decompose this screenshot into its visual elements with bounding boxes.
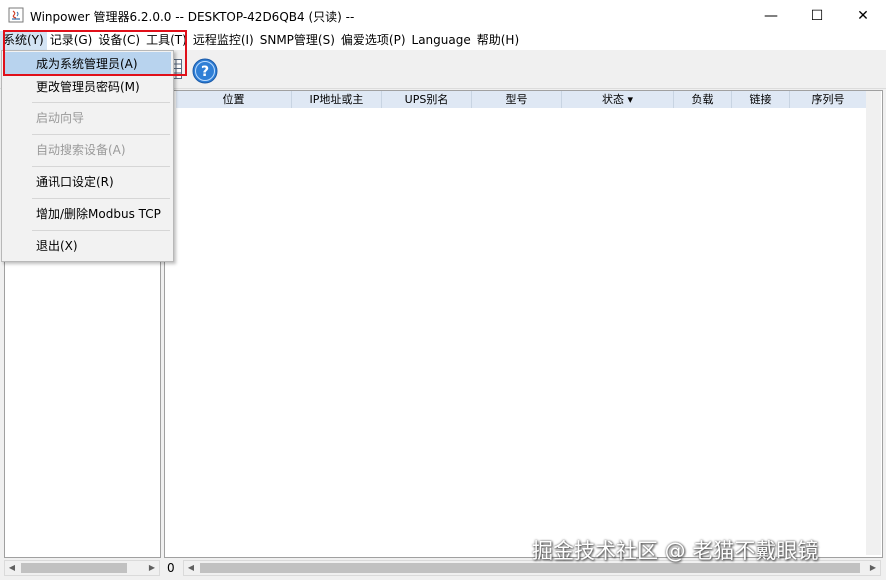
menu-item-change-admin-password[interactable]: 更改管理员密码(M) <box>3 75 171 99</box>
menu-device[interactable]: 设备(C) <box>95 31 143 50</box>
title-bar: Winpower 管理器6.2.0.0 -- DESKTOP-42D6QB4 (… <box>0 0 886 31</box>
system-menu-dropdown: 成为系统管理员(A) 更改管理员密码(M) 启动向导 自动搜索设备(A) 通讯口… <box>1 50 174 262</box>
menu-separator <box>32 102 170 103</box>
java-app-icon <box>8 7 24 23</box>
menu-item-auto-search-device: 自动搜索设备(A) <box>36 143 126 157</box>
table-scroll-right-icon[interactable]: ▶ <box>866 561 880 575</box>
table-header: 位置 IP地址或主 UPS别名 型号 状态 ▾ 负载 链接 序列号 <box>176 91 866 108</box>
scroll-right-icon[interactable]: ▶ <box>145 561 159 575</box>
window-title: Winpower 管理器6.2.0.0 -- DESKTOP-42D6QB4 (… <box>30 10 355 24</box>
svg-text:?: ? <box>201 64 209 80</box>
menu-separator <box>32 198 170 199</box>
table-scroll-left-icon[interactable]: ◀ <box>184 561 198 575</box>
menu-help[interactable]: 帮助(H) <box>474 31 522 50</box>
menu-remote-monitor[interactable]: 远程监控(I) <box>190 31 257 50</box>
minimize-icon: — <box>764 7 778 24</box>
menu-separator <box>32 230 170 231</box>
watermark: 掘金技术社区 @ 老猫不戴眼镜 <box>532 539 819 563</box>
close-icon: ✕ <box>857 7 869 24</box>
scroll-left-icon[interactable]: ◀ <box>5 561 19 575</box>
tree-scroll-thumb[interactable] <box>21 563 127 573</box>
menu-separator <box>32 166 170 167</box>
menu-bar: 系统(Y) 记录(G) 设备(C) 工具(T) 远程监控(I) SNMP管理(S… <box>0 31 886 50</box>
menu-log[interactable]: 记录(G) <box>47 31 96 50</box>
tree-horizontal-scrollbar[interactable]: ◀ ▶ <box>4 560 160 576</box>
status-count: 0 <box>167 561 175 575</box>
menu-language[interactable]: Language <box>409 31 474 50</box>
minimize-button[interactable]: — <box>748 0 794 31</box>
menu-item-exit[interactable]: 退出(X) <box>3 234 171 258</box>
column-header-ups-alias[interactable]: UPS别名 <box>382 91 472 108</box>
menu-system[interactable]: 系统(Y) <box>0 31 47 50</box>
column-header-ip[interactable]: IP地址或主 <box>292 91 382 108</box>
column-header-location[interactable]: 位置 <box>176 91 292 108</box>
menu-item-modbus-tcp[interactable]: 增加/删除Modbus TCP <box>3 202 171 226</box>
column-header-serial[interactable]: 序列号 <box>790 91 866 108</box>
close-button[interactable]: ✕ <box>840 0 886 31</box>
column-header-status[interactable]: 状态 ▾ <box>562 91 674 108</box>
menu-item-become-admin[interactable]: 成为系统管理员(A) <box>3 52 171 76</box>
menu-tools[interactable]: 工具(T) <box>143 31 190 50</box>
device-table-pane[interactable] <box>164 90 883 558</box>
help-icon[interactable]: ? <box>192 58 218 84</box>
menu-separator <box>32 134 170 135</box>
menu-item-startup-wizard: 启动向导 <box>36 111 85 125</box>
column-header-load[interactable]: 负载 <box>674 91 732 108</box>
menu-snmp[interactable]: SNMP管理(S) <box>257 31 338 50</box>
maximize-icon: ☐ <box>810 7 824 24</box>
column-header-model[interactable]: 型号 <box>472 91 562 108</box>
menu-item-comm-port-settings[interactable]: 通讯口设定(R) <box>3 170 171 194</box>
maximize-button[interactable]: ☐ <box>794 0 840 31</box>
table-vertical-scrollbar[interactable] <box>866 91 881 555</box>
column-header-link[interactable]: 链接 <box>732 91 790 108</box>
menu-preferences[interactable]: 偏爱选项(P) <box>338 31 409 50</box>
